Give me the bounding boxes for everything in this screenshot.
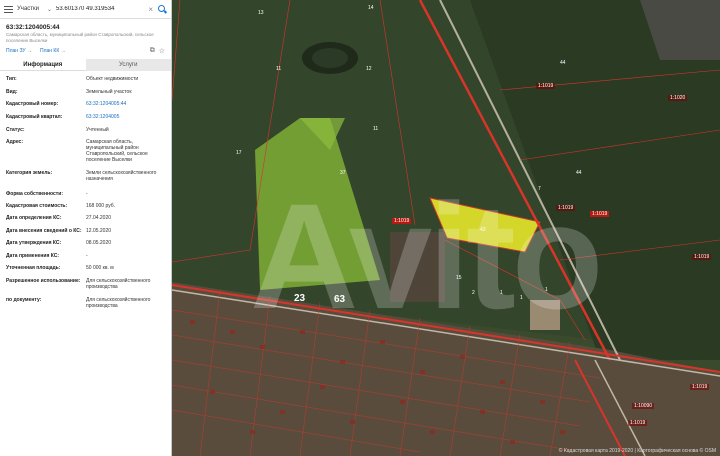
- plot-number: 11: [276, 66, 282, 72]
- plot-number: 43: [480, 227, 486, 233]
- field-row: Форма собственности: -: [6, 191, 165, 203]
- field-row: Кадастровый номер: 63:32:1204005:44: [6, 101, 165, 114]
- map-parcel-label[interactable]: 1:1019: [690, 384, 710, 390]
- menu-icon[interactable]: [4, 5, 13, 13]
- map-parcel-label[interactable]: 1:1019: [392, 218, 412, 224]
- field-label: Статус:: [6, 127, 25, 133]
- road-number: 23: [294, 293, 306, 304]
- field-label: Дата утверждения КС:: [6, 240, 62, 246]
- field-row: Дата применения КС: -: [6, 253, 165, 265]
- field-row: Дата утверждения КС: 08.05.2020: [6, 240, 165, 253]
- plot-number: 44: [576, 170, 582, 176]
- field-row: Уточненная площадь: 50 000 кв. м: [6, 265, 165, 278]
- tab-info[interactable]: Информация: [0, 59, 86, 71]
- map-parcel-label[interactable]: 1:1019: [692, 254, 712, 260]
- info-table: Тип: Объект недвижимости Вид: Земельный уч…: [0, 76, 171, 313]
- field-value: Земли сельскохозяйственного назначения: [86, 170, 157, 182]
- field-label: Дата определения КС:: [6, 215, 62, 221]
- field-label: Форма собственности:: [6, 191, 63, 197]
- plot-number: 15: [456, 275, 462, 281]
- field-value: Учтенный: [86, 127, 109, 133]
- field-label: Дата внесения сведений о КС:: [6, 228, 82, 234]
- field-row: Дата внесения сведений о КС: 12.05.2020: [6, 228, 165, 240]
- field-value: -: [86, 191, 88, 197]
- plot-number: 12: [366, 66, 372, 72]
- field-label: Вид:: [6, 89, 18, 95]
- map-parcel-label[interactable]: 1:1019: [628, 420, 648, 426]
- map-parcel-label[interactable]: 1:1019: [590, 211, 610, 217]
- field-value: Земельный участок: [86, 89, 132, 95]
- field-row: Дата определения КС: 27.04.2020: [6, 215, 165, 228]
- field-label: Кадастровая стоимость:: [6, 203, 68, 209]
- search-icon[interactable]: [157, 4, 167, 14]
- field-row: Разрешенное использование: Для сельскохоз…: [6, 278, 165, 297]
- tab-services[interactable]: Услуги: [85, 59, 171, 71]
- field-row: Вид: Земельный участок: [6, 89, 165, 101]
- field-row: Категория земель: Земли сельскохозяйствен…: [6, 170, 165, 191]
- field-value: 168 000 руб.: [86, 203, 115, 209]
- panel-tabs: Информация Услуги: [0, 59, 171, 71]
- field-label: Адрес:: [6, 139, 23, 145]
- map-parcel-label[interactable]: 1:1019: [536, 83, 556, 89]
- field-label: по документу:: [6, 297, 42, 303]
- field-value: Самарская область, муниципальный район С…: [86, 139, 148, 163]
- star-icon[interactable]: ☆: [159, 47, 165, 55]
- field-value: Для сельскохозяйственного производства: [86, 297, 151, 309]
- search-bar: Участки ⌄ ×: [0, 0, 171, 19]
- field-label: Дата применения КС:: [6, 253, 60, 259]
- cadastral-quarter-link[interactable]: 63:32:1204005: [86, 114, 165, 127]
- plot-number: 13: [258, 10, 264, 16]
- field-label: Категория земель:: [6, 170, 53, 176]
- object-address: Самарская область, муниципальный район С…: [6, 32, 154, 43]
- close-icon[interactable]: ×: [148, 5, 153, 14]
- field-value: Объект недвижимости: [86, 76, 139, 82]
- field-value: 12.05.2020: [86, 228, 112, 234]
- plot-number: 1: [500, 290, 503, 296]
- info-panel: Участки ⌄ × 63:32:1204005:44 Самарская о…: [0, 0, 172, 456]
- plot-number: 1: [545, 287, 548, 293]
- map-copyright: © Кадастровая карта 2019-2020 | Картогра…: [558, 448, 716, 454]
- field-label: Разрешенное использование:: [6, 278, 81, 284]
- map-parcel-label[interactable]: 1:1020: [668, 95, 688, 101]
- field-row: Статус: Учтенный: [6, 127, 165, 139]
- map-parcel-label[interactable]: 1:1019: [556, 205, 576, 211]
- field-value: Для сельскохозяйственного производства: [86, 278, 151, 290]
- field-row: Тип: Объект недвижимости: [6, 76, 165, 89]
- field-row: Кадастровая стоимость: 168 000 руб.: [6, 203, 165, 215]
- plot-number: 17: [236, 150, 242, 156]
- map-parcel-label[interactable]: 1:10090: [632, 403, 655, 409]
- cadastral-number-title: 63:32:1204005:44: [6, 24, 60, 31]
- plot-number: 14: [368, 5, 374, 11]
- plot-number: 37: [340, 170, 346, 176]
- search-type-select[interactable]: Участки: [17, 6, 43, 12]
- plan-zu-link[interactable]: План ЗУ →: [6, 48, 32, 54]
- field-label: Тип:: [6, 76, 17, 82]
- cadastral-number-link[interactable]: 63:32:1204005:44: [86, 101, 165, 114]
- search-input[interactable]: [56, 6, 145, 12]
- plot-number: 11: [373, 126, 379, 132]
- field-label: Кадастровый квартал:: [6, 114, 63, 120]
- share-icon[interactable]: ⧉: [150, 47, 155, 55]
- field-label: Кадастровый номер:: [6, 101, 59, 107]
- field-row: по документу: Для сельскохозяйственного п…: [6, 297, 165, 313]
- field-value: 50 000 кв. м: [86, 265, 114, 271]
- plot-number: 1: [520, 295, 523, 301]
- field-label: Уточненная площадь:: [6, 265, 61, 271]
- field-row: Кадастровый квартал: 63:32:1204005: [6, 114, 165, 127]
- plot-number: 44: [560, 60, 566, 66]
- chevron-down-icon[interactable]: ⌄: [47, 6, 52, 13]
- plot-number: 7: [538, 186, 541, 192]
- field-value: 27.04.2020: [86, 215, 112, 221]
- plan-kk-link[interactable]: План КК →: [40, 48, 66, 54]
- plot-number: 2: [472, 290, 475, 296]
- road-number: 63: [334, 294, 346, 305]
- field-value: -: [86, 253, 88, 259]
- field-value: 08.05.2020: [86, 240, 112, 246]
- field-row: Адрес: Самарская область, муниципальный р…: [6, 139, 165, 170]
